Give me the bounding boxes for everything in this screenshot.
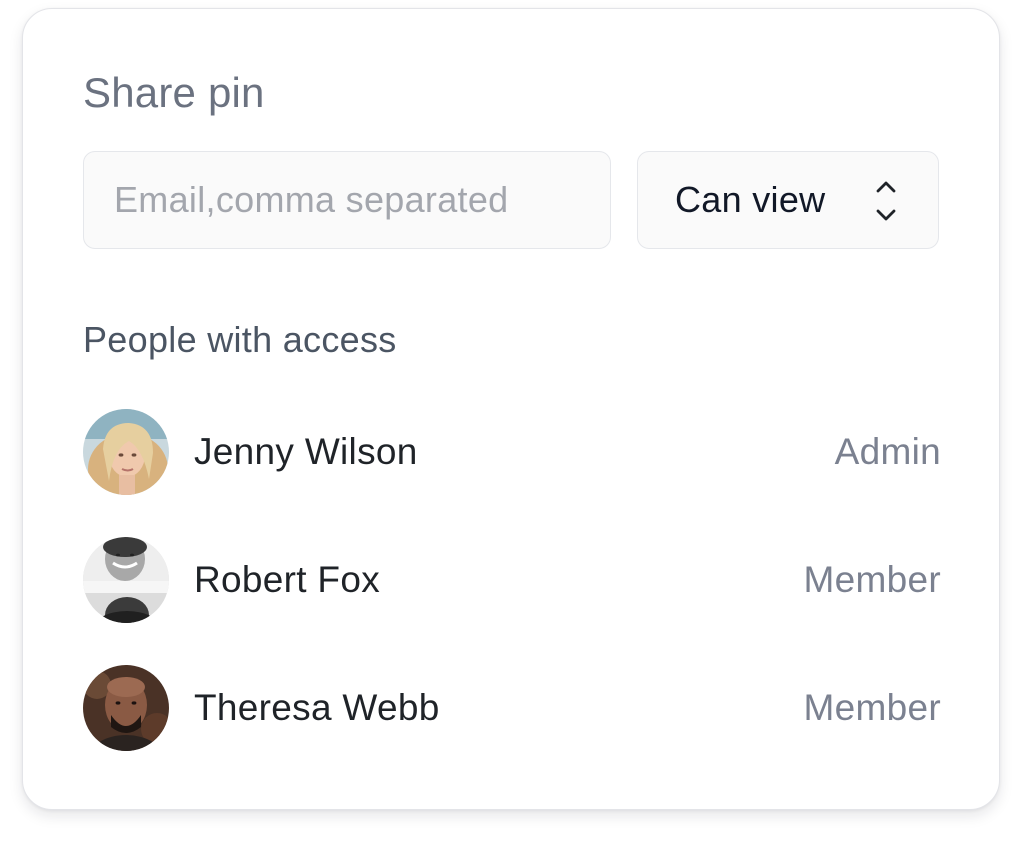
person-row: Theresa Webb Member <box>83 665 941 751</box>
person-name: Jenny Wilson <box>194 431 418 472</box>
permission-select[interactable]: Can view <box>637 151 939 249</box>
robert-fox-avatar <box>83 537 169 623</box>
people-with-access-heading: People with access <box>83 319 397 360</box>
theresa-webb-avatar <box>83 665 169 751</box>
person-role-select[interactable]: Admin <box>835 430 941 474</box>
person-role-select[interactable]: Member <box>804 558 942 602</box>
chevron-up-down-icon <box>872 179 900 223</box>
permission-label: Can view <box>675 179 826 220</box>
person-row: Jenny Wilson Admin <box>83 409 941 495</box>
person-name: Robert Fox <box>194 559 381 600</box>
person-name: Theresa Webb <box>194 687 440 728</box>
dialog-title: Share pin <box>83 69 265 116</box>
jenny-wilson-avatar <box>83 409 169 495</box>
email-input[interactable] <box>83 151 611 249</box>
person-row: Robert Fox Member <box>83 537 941 623</box>
person-role-select[interactable]: Member <box>804 686 942 730</box>
share-pin-dialog: Share pin Can view People with access <box>22 8 1000 810</box>
